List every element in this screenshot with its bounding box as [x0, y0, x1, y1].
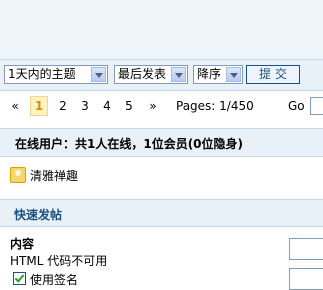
- page-link-current[interactable]: 1: [30, 96, 48, 116]
- content-label: 内容: [10, 237, 35, 251]
- first-page-link[interactable]: «: [8, 96, 22, 116]
- go-label: Go: [288, 99, 305, 113]
- chevron-down-icon: [171, 67, 186, 82]
- title-input[interactable]: [289, 238, 323, 260]
- online-user-name[interactable]: 清雅禅趣: [30, 167, 78, 184]
- use-signature-label: 使用签名: [30, 273, 79, 287]
- order-value: 降序: [197, 67, 222, 81]
- member-icon: [10, 167, 26, 183]
- page-info: Pages: 1/450: [176, 99, 254, 113]
- html-code-note: HTML 代码不可用: [10, 254, 108, 268]
- online-users-header: 在线用户：共1人在线，1位会员(0位隐身): [0, 128, 323, 157]
- page-link[interactable]: 4: [100, 96, 114, 116]
- time-range-select[interactable]: 1天内的主题: [4, 65, 108, 84]
- pagination: « 1 2 3 4 5 » Pages: 1/450 Go: [0, 92, 323, 120]
- next-page-link[interactable]: »: [145, 96, 161, 116]
- chevron-down-icon: [91, 67, 106, 82]
- quick-post-title: 快速发帖: [14, 208, 63, 222]
- time-range-value: 1天内的主题: [8, 67, 76, 81]
- chevron-down-icon: [226, 67, 241, 82]
- order-select[interactable]: 降序: [193, 65, 243, 84]
- online-users-title: 在线用户：共1人在线，1位会员(0位隐身): [15, 137, 244, 151]
- page-link[interactable]: 3: [78, 96, 92, 116]
- quick-post-header: 快速发帖: [0, 199, 323, 227]
- sort-by-value: 最后发表: [118, 67, 167, 81]
- thread-list-bottom: [0, 0, 323, 60]
- use-signature-checkbox[interactable]: [13, 272, 26, 285]
- sort-by-select[interactable]: 最后发表: [114, 65, 188, 84]
- filter-bar: 1天内的主题 最后发表 降序 提交: [0, 60, 323, 91]
- go-page-input[interactable]: [310, 97, 323, 115]
- submit-button[interactable]: 提交: [246, 65, 300, 84]
- page-link[interactable]: 2: [56, 96, 70, 116]
- page-link[interactable]: 5: [122, 96, 136, 116]
